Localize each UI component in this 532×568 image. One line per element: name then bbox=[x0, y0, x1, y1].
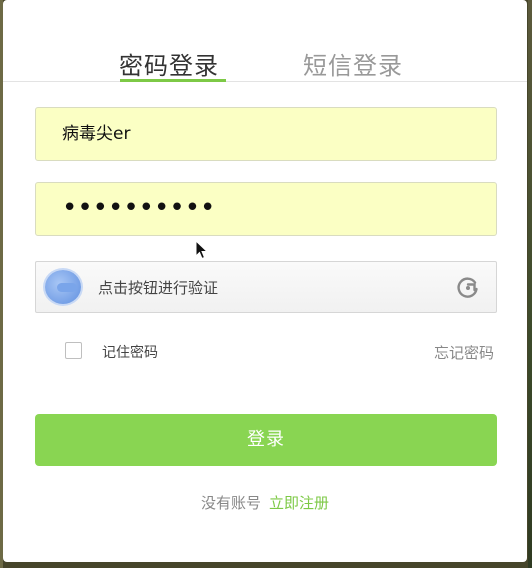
password-field[interactable]: •••••••••• bbox=[35, 182, 497, 236]
login-tabs: 密码登录 短信登录 bbox=[3, 0, 527, 82]
forgot-password-link[interactable]: 忘记密码 bbox=[434, 342, 494, 363]
captcha-knob-icon bbox=[45, 270, 81, 304]
refresh-icon[interactable] bbox=[456, 275, 480, 299]
remember-password-label: 记住密码 bbox=[102, 345, 158, 361]
captcha-label: 点击按钮进行验证 bbox=[98, 279, 219, 297]
captcha-verify-button[interactable]: 点击按钮进行验证 bbox=[35, 261, 497, 313]
no-account-text: 没有账号 bbox=[200, 494, 261, 512]
tab-password-login[interactable]: 密码登录 bbox=[119, 46, 219, 81]
login-panel: 密码登录 短信登录 病毒尖er •••••••••• 点击按钮进行验证 记住密码… bbox=[3, 0, 527, 562]
active-tab-indicator bbox=[120, 79, 226, 82]
remember-checkbox[interactable] bbox=[65, 342, 82, 359]
tab-sms-login[interactable]: 短信登录 bbox=[303, 46, 403, 81]
background-right-edge bbox=[528, 0, 532, 568]
username-field[interactable]: 病毒尖er bbox=[35, 107, 497, 161]
mouse-cursor-icon bbox=[195, 240, 209, 260]
register-now-link[interactable]: 立即注册 bbox=[269, 494, 329, 512]
login-button[interactable]: 登录 bbox=[35, 414, 497, 466]
signup-row: 没有账号 立即注册 bbox=[3, 492, 527, 513]
